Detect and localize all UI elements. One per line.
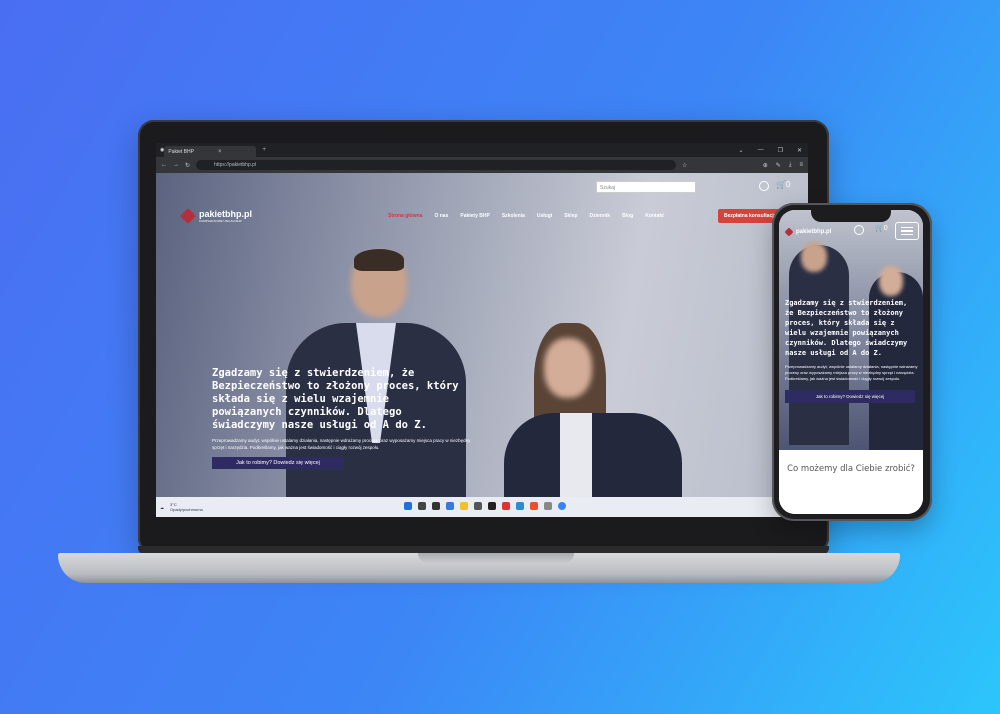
weather-widget[interactable]: 3°C Opady/pochmurno: [170, 502, 203, 512]
hamburger-menu-icon[interactable]: [895, 222, 919, 240]
man-head-blurred: [801, 242, 827, 272]
logo-tagline: KOMPLEKSOWE USŁUGI BHP: [199, 219, 242, 223]
maximize-icon[interactable]: ❐: [778, 147, 783, 154]
app-icon[interactable]: [474, 502, 482, 510]
nav-blog[interactable]: Blog: [622, 213, 633, 219]
services-section-title: Co możemy dla Ciebie zrobić?: [787, 464, 915, 474]
browser-menu-kebab-icon[interactable]: ≡: [799, 162, 803, 169]
search-icon[interactable]: [418, 502, 426, 510]
settings-icon[interactable]: [544, 502, 552, 510]
site-logo[interactable]: pakietbhp.pl KOMPLEKSOWE USŁUGI BHP: [180, 208, 253, 224]
user-account-icon[interactable]: [854, 225, 864, 235]
learn-more-button[interactable]: Jak to robimy? Dowiedz się więcej: [212, 457, 344, 469]
phone-learn-more-button[interactable]: Jak to robimy? Dowiedz się więcej: [785, 390, 915, 403]
vscode-icon[interactable]: [516, 502, 524, 510]
os-taskbar: ☁ 3°C Opady/pochmurno: [156, 497, 808, 517]
tab-list-icon[interactable]: ⌄: [739, 147, 744, 154]
weather-icon[interactable]: ☁: [160, 505, 164, 510]
laptop-screen: ◉ Pakiet BHP × + ⌄ — ❐ ✕ ← → ↻ https://p…: [156, 143, 808, 517]
filezilla-icon[interactable]: [502, 502, 510, 510]
widgets-icon[interactable]: [446, 502, 454, 510]
phone-hero: pakietbhp.pl 🛒0 Zgadzamy się z stwierdze…: [779, 210, 923, 452]
user-account-icon[interactable]: [759, 181, 769, 191]
nav-contact[interactable]: Kontakt: [645, 213, 664, 219]
nav-journal[interactable]: Dziennik: [590, 213, 611, 219]
close-window-icon[interactable]: ✕: [797, 147, 802, 154]
tab-close-icon[interactable]: ×: [218, 149, 222, 155]
man-hair: [354, 249, 404, 271]
tools-icon[interactable]: ✎: [776, 162, 781, 169]
services-section: Co możemy dla Ciebie zrobić?: [779, 450, 923, 514]
phone-hero-text: Zgadzamy się z stwierdzeniem, że Bezpiec…: [785, 298, 919, 403]
weather-desc: Opady/pochmurno: [170, 507, 203, 512]
logo-cube-icon: [180, 208, 196, 224]
phone-hero-description: Przeprowadzamy audyt, wspólnie ustalamy …: [785, 364, 918, 381]
nav-shop[interactable]: Sklep: [564, 213, 577, 219]
hero-description: Przeprowadzamy audyt, wspólnie ustalamy …: [212, 438, 471, 450]
tab-title: Pakiet BHP: [168, 148, 194, 155]
cart-count: 0: [785, 180, 791, 189]
address-bar[interactable]: https://pakietbhp.pl: [196, 160, 677, 170]
brave-icon[interactable]: [530, 502, 538, 510]
search-input[interactable]: Szukaj: [596, 181, 696, 193]
website-hero: Szukaj 🛒0 pakietbhp.pl KOMPLEKSOWE USŁUG…: [156, 173, 808, 497]
nav-services[interactable]: Usługi: [537, 213, 552, 219]
minimize-icon[interactable]: —: [758, 147, 764, 154]
hero-title: Zgadzamy się z stwierdzeniem, że Bezpiec…: [212, 367, 459, 431]
woman-head-blurred: [544, 338, 592, 398]
nav-about[interactable]: O nas: [434, 213, 448, 219]
woman-shirt: [560, 413, 592, 497]
woman-head-blurred: [879, 266, 903, 296]
back-icon[interactable]: ←: [161, 162, 167, 168]
url-text: https://pakietbhp.pl: [214, 162, 257, 168]
woman-figure: [504, 413, 682, 497]
nav-home[interactable]: Strona główna: [388, 213, 422, 219]
phone-logo-text: pakietbhp.pl: [796, 229, 832, 235]
edge-icon[interactable]: [558, 502, 566, 510]
download-icon[interactable]: ⤓: [789, 162, 792, 169]
logo-text: pakietbhp.pl: [199, 209, 253, 219]
laptop-notch: [418, 553, 574, 563]
browser-tabbar: ◉ Pakiet BHP × + ⌄ — ❐ ✕: [156, 143, 808, 157]
hero-text-block: Zgadzamy się z stwierdzeniem, że Bezpiec…: [212, 367, 470, 469]
forward-icon[interactable]: →: [173, 162, 179, 168]
nav-trainings[interactable]: Szkolenia: [502, 213, 525, 219]
phone-screen: pakietbhp.pl 🛒0 Zgadzamy się z stwierdze…: [779, 210, 923, 514]
star-icon[interactable]: ☆: [682, 162, 687, 169]
nav-packages[interactable]: Pakiety BHP: [460, 213, 489, 219]
start-icon[interactable]: [404, 502, 412, 510]
cart-icon[interactable]: 🛒0: [776, 180, 790, 189]
cart-icon[interactable]: 🛒0: [875, 224, 888, 232]
extension-icon[interactable]: ⊕: [763, 162, 768, 169]
phone-logo[interactable]: pakietbhp.pl: [784, 227, 832, 237]
phone-cart-count: 0: [883, 225, 888, 232]
browser-toolbar: ← → ↻ https://pakietbhp.pl ☆ ⊕ ✎ ⤓ ≡: [156, 157, 808, 173]
window-controls: ⌄ — ❐ ✕: [739, 147, 808, 154]
task-view-icon[interactable]: [432, 502, 440, 510]
new-tab-icon[interactable]: +: [262, 147, 266, 153]
logo-cube-icon: [784, 227, 794, 237]
terminal-icon[interactable]: [488, 502, 496, 510]
phone-hero-title: Zgadzamy się z stwierdzeniem, że Bezpiec…: [785, 299, 908, 357]
phone-notch: [811, 210, 891, 222]
reload-icon[interactable]: ↻: [185, 162, 190, 169]
taskbar-apps: [404, 502, 566, 510]
browser-tab[interactable]: Pakiet BHP ×: [164, 146, 257, 157]
file-explorer-icon[interactable]: [460, 502, 468, 510]
main-nav: Strona główna O nas Pakiety BHP Szkoleni…: [388, 213, 664, 219]
toolbar-icons: ⊕ ✎ ⤓ ≡: [763, 162, 803, 169]
